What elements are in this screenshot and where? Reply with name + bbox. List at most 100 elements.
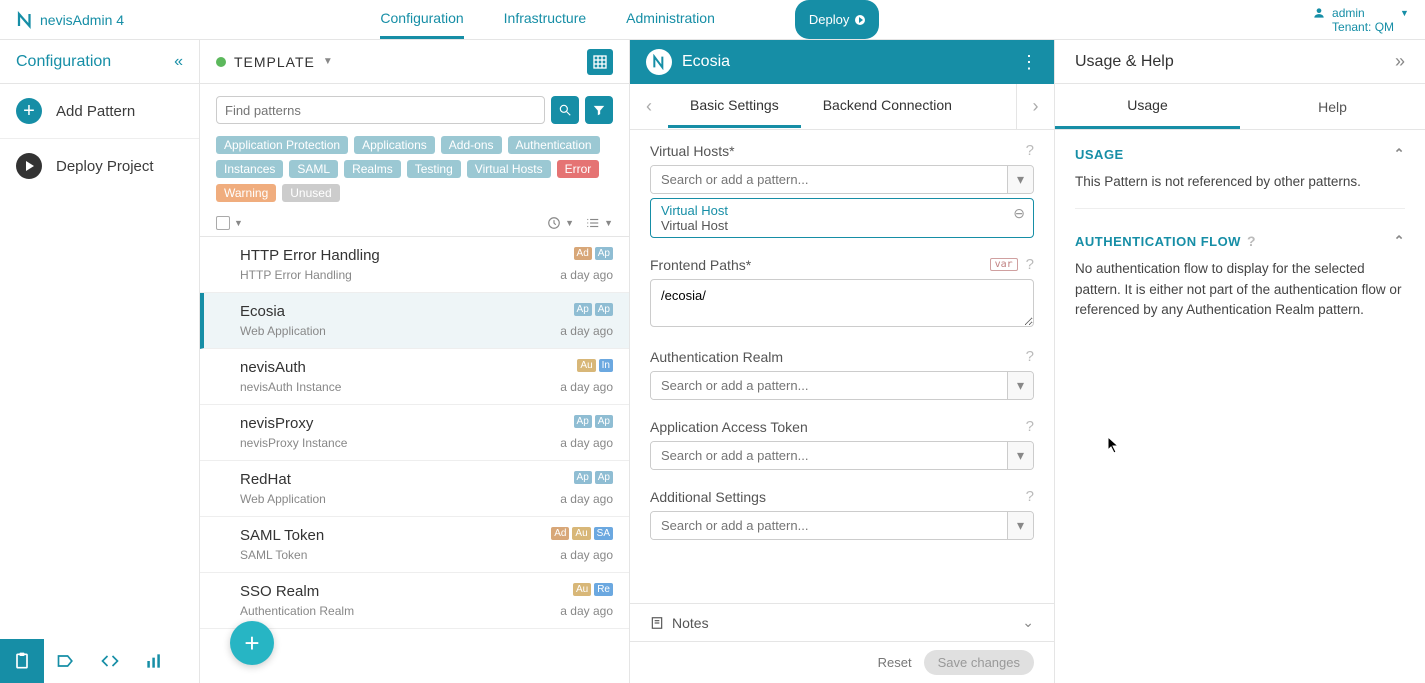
- caret-down-icon[interactable]: ▾: [1007, 442, 1033, 469]
- combo-input[interactable]: [651, 442, 1007, 469]
- collapse-icon[interactable]: «: [174, 53, 183, 71]
- tag-error[interactable]: Error: [557, 160, 600, 178]
- nav-administration[interactable]: Administration: [626, 0, 715, 39]
- save-button[interactable]: Save changes: [924, 650, 1034, 675]
- pattern-item[interactable]: Ecosia Web Application ApAp a day ago: [200, 293, 629, 349]
- reset-button[interactable]: Reset: [878, 655, 912, 670]
- tag[interactable]: Virtual Hosts: [467, 160, 551, 178]
- field-frontend-paths: Frontend Paths*var?: [650, 256, 1034, 330]
- clipboard-icon[interactable]: [0, 639, 44, 683]
- pattern-subtitle: nevisProxy Instance: [240, 436, 613, 450]
- vhost-link[interactable]: Virtual Host: [661, 203, 1023, 218]
- chevron-up-icon[interactable]: ⌃: [1394, 233, 1405, 249]
- scroll-right-icon[interactable]: ›: [1016, 84, 1054, 129]
- pattern-title: SSO Realm: [240, 583, 613, 600]
- tag-warning[interactable]: Warning: [216, 184, 276, 202]
- app-name: nevisAdmin 4: [40, 12, 124, 28]
- nav-infrastructure[interactable]: Infrastructure: [504, 0, 586, 39]
- tag[interactable]: Instances: [216, 160, 283, 178]
- badges: AuRe: [573, 583, 613, 596]
- tag-icon[interactable]: [44, 639, 88, 683]
- tag[interactable]: Applications: [354, 136, 435, 154]
- help-icon[interactable]: ?: [1026, 256, 1034, 273]
- scroll-left-icon[interactable]: ‹: [630, 84, 668, 129]
- help-icon[interactable]: ?: [1247, 233, 1256, 249]
- pattern-title: nevisAuth: [240, 359, 613, 376]
- caret-down-icon[interactable]: ▼: [234, 218, 243, 228]
- filter-button[interactable]: [585, 96, 613, 124]
- pattern-item[interactable]: HTTP Error Handling HTTP Error Handling …: [200, 237, 629, 293]
- tab-help[interactable]: Help: [1240, 84, 1425, 129]
- view-list-icon[interactable]: ▼: [586, 216, 613, 230]
- virtual-hosts-combo[interactable]: ▾: [650, 165, 1034, 194]
- search-button[interactable]: [551, 96, 579, 124]
- help-icon[interactable]: ?: [1026, 488, 1034, 505]
- caret-down-icon[interactable]: ▾: [1007, 512, 1033, 539]
- access-token-combo[interactable]: ▾: [650, 441, 1034, 470]
- tab-usage[interactable]: Usage: [1055, 84, 1240, 129]
- grid-view-icon[interactable]: [587, 49, 613, 75]
- help-icon[interactable]: ?: [1026, 142, 1034, 159]
- help-icon[interactable]: ?: [1026, 348, 1034, 365]
- pattern-list[interactable]: HTTP Error Handling HTTP Error Handling …: [200, 237, 629, 683]
- deploy-project-button[interactable]: Deploy Project: [0, 139, 199, 193]
- pattern-item[interactable]: SAML Token SAML Token AdAuSA a day ago: [200, 517, 629, 573]
- tab-basic-settings[interactable]: Basic Settings: [668, 85, 801, 128]
- pattern-item[interactable]: SSO Realm Authentication Realm AuRe a da…: [200, 573, 629, 629]
- sidebar-header: Configuration «: [0, 40, 199, 84]
- var-badge[interactable]: var: [990, 258, 1018, 271]
- tag-unused[interactable]: Unused: [282, 184, 339, 202]
- tag[interactable]: Add-ons: [441, 136, 502, 154]
- combo-input[interactable]: [651, 166, 1007, 193]
- notes-toggle[interactable]: Notes ⌄: [630, 603, 1054, 641]
- expand-icon[interactable]: »: [1395, 51, 1405, 72]
- badges: AuIn: [577, 359, 613, 372]
- combo-input[interactable]: [651, 512, 1007, 539]
- kebab-menu-icon[interactable]: ⋮: [1020, 52, 1038, 73]
- combo-input[interactable]: [651, 372, 1007, 399]
- sort-time-icon[interactable]: ▼: [547, 216, 574, 230]
- badges: ApAp: [574, 303, 613, 316]
- pattern-title: HTTP Error Handling: [240, 247, 613, 264]
- code-icon[interactable]: [88, 639, 132, 683]
- remove-icon[interactable]: ⊖: [1013, 205, 1025, 222]
- pattern-item[interactable]: nevisProxy nevisProxy Instance ApAp a da…: [200, 405, 629, 461]
- additional-combo[interactable]: ▾: [650, 511, 1034, 540]
- pattern-item[interactable]: nevisAuth nevisAuth Instance AuIn a day …: [200, 349, 629, 405]
- chart-icon[interactable]: [132, 639, 176, 683]
- add-pattern-label: Add Pattern: [56, 103, 135, 120]
- tab-backend-connection[interactable]: Backend Connection: [801, 85, 974, 128]
- detail-body: Virtual Hosts*? ▾ Virtual Host Virtual H…: [630, 130, 1054, 603]
- pattern-meta: a day ago: [560, 380, 613, 394]
- template-dropdown[interactable]: TEMPLATE ▼: [216, 54, 334, 70]
- field-auth-realm: Authentication Realm? ▾: [650, 348, 1034, 400]
- help-title: Usage & Help: [1075, 53, 1174, 71]
- select-all-checkbox[interactable]: [216, 216, 230, 230]
- patterns-column: TEMPLATE ▼ Application Protection Applic…: [200, 40, 630, 683]
- help-header: Usage & Help »: [1055, 40, 1425, 84]
- chevron-up-icon[interactable]: ⌃: [1394, 146, 1405, 162]
- tag[interactable]: SAML: [289, 160, 338, 178]
- add-pattern-button[interactable]: + Add Pattern: [0, 84, 199, 138]
- search-input[interactable]: [216, 96, 545, 124]
- patterns-header: TEMPLATE ▼: [200, 40, 629, 84]
- fab-add-button[interactable]: +: [230, 621, 274, 665]
- tag[interactable]: Authentication: [508, 136, 600, 154]
- tag[interactable]: Realms: [344, 160, 401, 178]
- virtual-host-chip[interactable]: Virtual Host Virtual Host ⊖: [650, 198, 1034, 238]
- app-logo[interactable]: nevisAdmin 4: [16, 11, 124, 29]
- nav-configuration[interactable]: Configuration: [380, 0, 463, 39]
- tag[interactable]: Application Protection: [216, 136, 348, 154]
- caret-down-icon[interactable]: ▾: [1007, 372, 1033, 399]
- pattern-item[interactable]: RedHat Web Application ApAp a day ago: [200, 461, 629, 517]
- user-info[interactable]: admin Tenant: QM ▼: [1312, 6, 1409, 34]
- help-icon[interactable]: ?: [1026, 418, 1034, 435]
- caret-down-icon[interactable]: ▾: [1007, 166, 1033, 193]
- tag[interactable]: Testing: [407, 160, 461, 178]
- tags-row: Application Protection Applications Add-…: [200, 132, 629, 210]
- logo-icon: [646, 49, 672, 75]
- frontend-paths-input[interactable]: [650, 279, 1034, 327]
- detail-title: Ecosia: [682, 53, 730, 71]
- auth-realm-combo[interactable]: ▾: [650, 371, 1034, 400]
- deploy-button[interactable]: Deploy: [795, 0, 879, 39]
